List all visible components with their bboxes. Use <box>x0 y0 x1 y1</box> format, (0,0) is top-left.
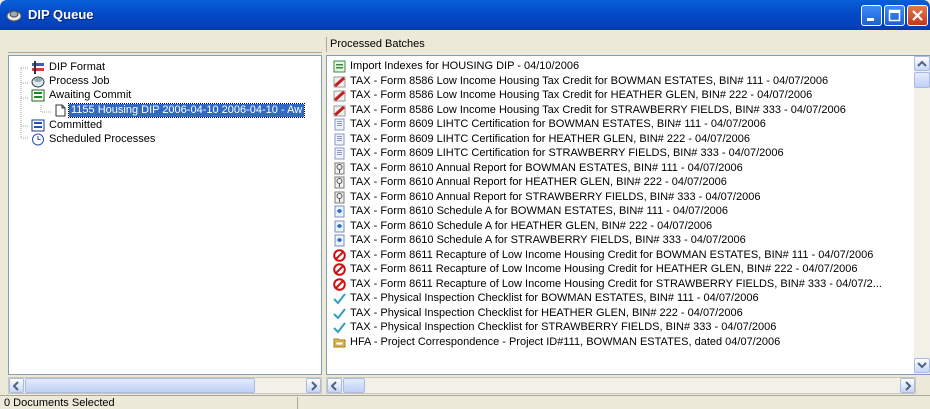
batches-horizontal-scrollbar[interactable] <box>326 377 916 394</box>
committed-icon <box>31 119 45 132</box>
folder-icon <box>333 338 346 347</box>
maximize-button[interactable] <box>884 5 905 26</box>
chevron-left-icon <box>330 381 337 391</box>
chevron-down-icon <box>917 362 927 369</box>
list-item-label: TAX - Form 8609 LIHTC Certification for … <box>350 132 751 145</box>
list-item-label: TAX - Form 8610 Annual Report for HEATHE… <box>350 176 727 188</box>
pencil-form-icon <box>333 76 346 87</box>
prohibited-icon <box>333 248 346 262</box>
tree-item-label: Process Job <box>49 75 110 87</box>
batches-header-label: Processed Batches <box>330 38 425 50</box>
checkmark-icon <box>333 322 346 334</box>
processed-batches-list[interactable]: Import Indexes for HOUSING DIP - 04/10/2… <box>326 55 930 375</box>
list-item-label: TAX - Form 8609 LIHTC Certification for … <box>350 147 784 159</box>
status-documents-selected: 0 Documents Selected <box>2 397 298 409</box>
awaiting-commit-icon <box>31 89 45 102</box>
tree-item-label: Scheduled Processes <box>49 133 156 145</box>
schedule-icon <box>334 234 345 247</box>
chevron-right-icon <box>905 381 912 391</box>
list-item-label: HFA - Project Correspondence - Project I… <box>350 335 781 348</box>
dip-format-icon <box>32 61 44 74</box>
chevron-left-icon <box>12 381 19 391</box>
scroll-thumb[interactable] <box>343 378 365 393</box>
status-bar: 0 Documents Selected <box>0 395 930 409</box>
scroll-right-button[interactable] <box>306 378 321 393</box>
tree-item-label: Committed <box>49 119 103 131</box>
scroll-left-button[interactable] <box>327 378 342 393</box>
chevron-up-icon <box>917 60 927 67</box>
batches-vertical-scrollbar[interactable] <box>914 56 930 374</box>
minimize-button[interactable] <box>861 5 882 26</box>
import-index-icon <box>333 60 346 73</box>
list-item-label: TAX - Form 8610 Annual Report for STRAWB… <box>350 190 761 203</box>
chevron-right-icon <box>311 381 318 391</box>
list-item-label: TAX - Form 8586 Low Income Housing Tax C… <box>350 89 813 101</box>
certificate-icon <box>334 147 345 160</box>
tree-item-label: Awaiting Commit <box>49 89 132 101</box>
process-job-icon <box>31 76 45 88</box>
tree-item-label: 1155 Housing DIP 2006-04-10 2006-04-10 -… <box>67 103 306 118</box>
schedule-icon <box>334 220 345 232</box>
certificate-icon <box>334 118 345 131</box>
prohibited-icon <box>333 277 346 291</box>
scroll-up-button[interactable] <box>914 56 930 71</box>
list-item-label: TAX - Form 8586 Low Income Housing Tax C… <box>350 103 846 116</box>
annual-report-icon <box>334 191 345 203</box>
close-icon <box>912 10 923 21</box>
list-item-label: TAX - Form 8611 Recapture of Low Income … <box>350 263 858 275</box>
list-item-label: TAX - Form 8610 Schedule A for BOWMAN ES… <box>350 205 729 217</box>
list-item-label: TAX - Physical Inspection Checklist for … <box>350 292 759 304</box>
window-title: DIP Queue <box>28 7 94 22</box>
list-item-label: Import Indexes for HOUSING DIP - 04/10/2… <box>350 60 580 72</box>
list-item-label: TAX - Form 8610 Annual Report for BOWMAN… <box>350 161 743 174</box>
clock-icon <box>32 133 44 146</box>
annual-report-icon <box>334 162 345 174</box>
close-button[interactable] <box>907 5 928 26</box>
app-icon <box>6 10 22 22</box>
status-text: 0 Documents Selected <box>4 397 115 409</box>
dip-queue-window: DIP Queue Processed Batches DIP Format P… <box>0 0 930 409</box>
maximize-icon <box>888 9 901 22</box>
list-item-label: TAX - Form 8611 Recapture of Low Income … <box>350 277 882 290</box>
scroll-left-button[interactable] <box>9 378 24 393</box>
scroll-right-button[interactable] <box>900 378 915 393</box>
document-icon <box>55 104 66 117</box>
checkmark-icon <box>333 307 346 320</box>
list-item-label: TAX - Form 8610 Schedule A for HEATHER G… <box>350 219 713 232</box>
tree-horizontal-scrollbar[interactable] <box>8 377 322 394</box>
list-item-label: TAX - Form 8609 LIHTC Certification for … <box>350 118 766 130</box>
pencil-form-icon <box>333 90 346 102</box>
scroll-down-button[interactable] <box>914 358 930 373</box>
list-item-label: TAX - Form 8611 Recapture of Low Income … <box>350 248 874 261</box>
list-item-label: TAX - Physical Inspection Checklist for … <box>350 321 777 333</box>
certificate-icon <box>334 133 345 145</box>
pencil-form-icon <box>333 105 346 116</box>
list-item-label: TAX - Physical Inspection Checklist for … <box>350 306 743 319</box>
scroll-thumb[interactable] <box>914 72 930 88</box>
tree-header <box>8 37 322 53</box>
list-item-label: TAX - Form 8610 Schedule A for STRAWBERR… <box>350 234 746 246</box>
schedule-icon <box>334 205 345 218</box>
list-item-label: TAX - Form 8586 Low Income Housing Tax C… <box>350 74 829 87</box>
annual-report-icon <box>334 176 345 189</box>
title-bar[interactable]: DIP Queue <box>0 0 930 30</box>
prohibited-icon <box>333 263 346 276</box>
minimize-icon <box>867 18 874 21</box>
scroll-thumb[interactable] <box>25 378 255 393</box>
queue-tree[interactable]: DIP Format Process Job Awaiting Commit 1… <box>8 55 322 375</box>
batches-header[interactable]: Processed Batches <box>326 37 930 52</box>
checkmark-icon <box>333 293 346 305</box>
tree-item-label: DIP Format <box>49 61 106 73</box>
